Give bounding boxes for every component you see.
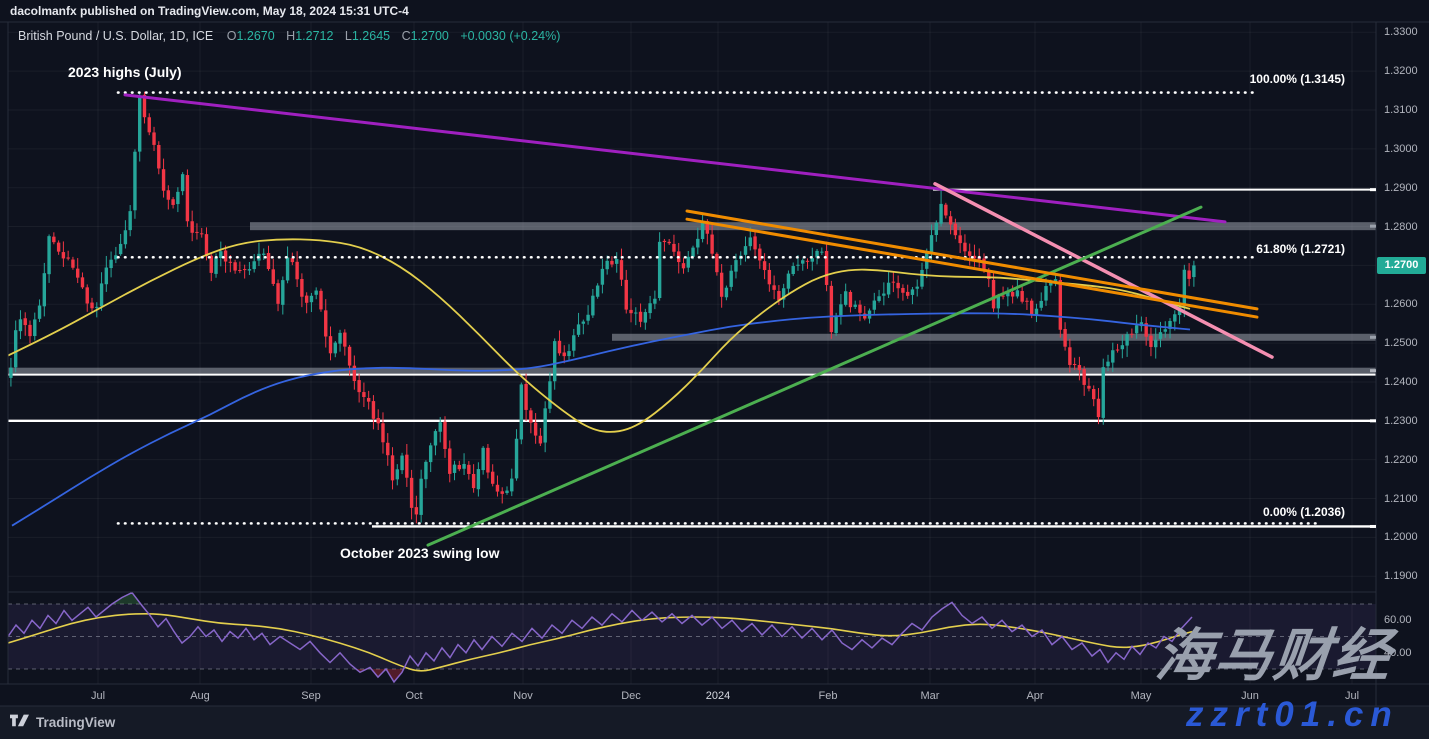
- time-axis-label: Mar: [921, 689, 940, 703]
- price-axis-label: 1.2200: [1384, 453, 1418, 467]
- change-value: +0.0030 (+0.24%): [460, 29, 560, 43]
- price-axis-label: 1.2600: [1384, 297, 1418, 311]
- open-label: O: [227, 29, 237, 43]
- price-axis-label: 1.2300: [1384, 414, 1418, 428]
- open-value: 1.2670: [236, 29, 274, 43]
- axis-mark: [1370, 369, 1376, 372]
- fib-label-0[interactable]: 0.00% (1.2036): [1263, 505, 1345, 519]
- time-axis-label: Feb: [819, 689, 838, 703]
- time-axis-label: May: [1131, 689, 1152, 703]
- price-axis-label: 1.3300: [1384, 25, 1418, 39]
- price-axis-label: 1.2800: [1384, 220, 1418, 234]
- axis-mark: [1370, 336, 1376, 339]
- trendline-orange-channel-lower[interactable]: [687, 219, 1257, 317]
- tradingview-logo-text[interactable]: TradingView: [36, 715, 115, 730]
- fib-label-618[interactable]: 61.80% (1.2721): [1256, 242, 1345, 256]
- symbol-legend: British Pound / U.S. Dollar, 1D, ICE O1.…: [18, 29, 568, 43]
- tradingview-logo-icon[interactable]: [10, 714, 29, 731]
- price-axis-label: 1.2900: [1384, 181, 1418, 195]
- price-axis-label: 1.2500: [1384, 336, 1418, 350]
- last-price-badge: 1.2700: [1377, 257, 1426, 274]
- footer-bar: TradingView: [10, 711, 115, 733]
- close-value: 1.2700: [411, 29, 449, 43]
- price-axis-label: 1.2100: [1384, 492, 1418, 506]
- fib-label-100[interactable]: 100.00% (1.3145): [1250, 72, 1345, 86]
- ma-blue-line[interactable]: [12, 313, 1190, 525]
- watermark-chinese-text: 海马财经: [1153, 628, 1395, 685]
- axis-mark: [1370, 525, 1376, 528]
- time-axis-label: Oct: [405, 689, 422, 703]
- symbol-title[interactable]: British Pound / U.S. Dollar, 1D, ICE: [18, 29, 213, 43]
- price-axis-label: 1.2000: [1384, 530, 1418, 544]
- price-axis-label: 1.3000: [1384, 142, 1418, 156]
- price-axis-label: 1.2400: [1384, 375, 1418, 389]
- price-axis-label: 1.3100: [1384, 103, 1418, 117]
- trendline-purple-downtrend[interactable]: [125, 95, 1225, 222]
- price-axis-label: 1.1900: [1384, 569, 1418, 583]
- watermark-url-text: zzrt01.cn: [1186, 697, 1399, 732]
- sr-zones[interactable]: [8, 222, 1376, 374]
- attribution-text: dacolmanfx published on TradingView.com,…: [10, 0, 409, 22]
- time-axis-label: Aug: [190, 689, 210, 703]
- time-axis-label: Dec: [621, 689, 641, 703]
- low-label: L: [345, 29, 352, 43]
- candlestick-series[interactable]: [4, 92, 1195, 524]
- tradingview-published-chart: dacolmanfx published on TradingView.com,…: [0, 0, 1429, 739]
- time-axis-label: Jul: [91, 689, 105, 703]
- horizontal-levels[interactable]: [8, 190, 1376, 527]
- pane-borders: [0, 22, 1429, 706]
- high-label: H: [286, 29, 295, 43]
- annotation-october-low[interactable]: October 2023 swing low: [340, 545, 500, 561]
- time-axis-label: 2024: [706, 689, 730, 703]
- high-value: 1.2712: [295, 29, 333, 43]
- time-axis-label: Apr: [1026, 689, 1043, 703]
- grid: [8, 22, 1376, 684]
- fib-retracement-lines[interactable]: [118, 93, 1320, 524]
- price-axis-label: 1.3200: [1384, 64, 1418, 78]
- time-axis-label: Sep: [301, 689, 321, 703]
- low-value: 1.2645: [352, 29, 390, 43]
- time-axis-label: Nov: [513, 689, 533, 703]
- close-label: C: [402, 29, 411, 43]
- annotation-2023-highs[interactable]: 2023 highs (July): [68, 64, 182, 80]
- axis-mark: [1370, 225, 1376, 228]
- axis-mark: [1370, 188, 1376, 191]
- axis-mark: [1370, 419, 1376, 422]
